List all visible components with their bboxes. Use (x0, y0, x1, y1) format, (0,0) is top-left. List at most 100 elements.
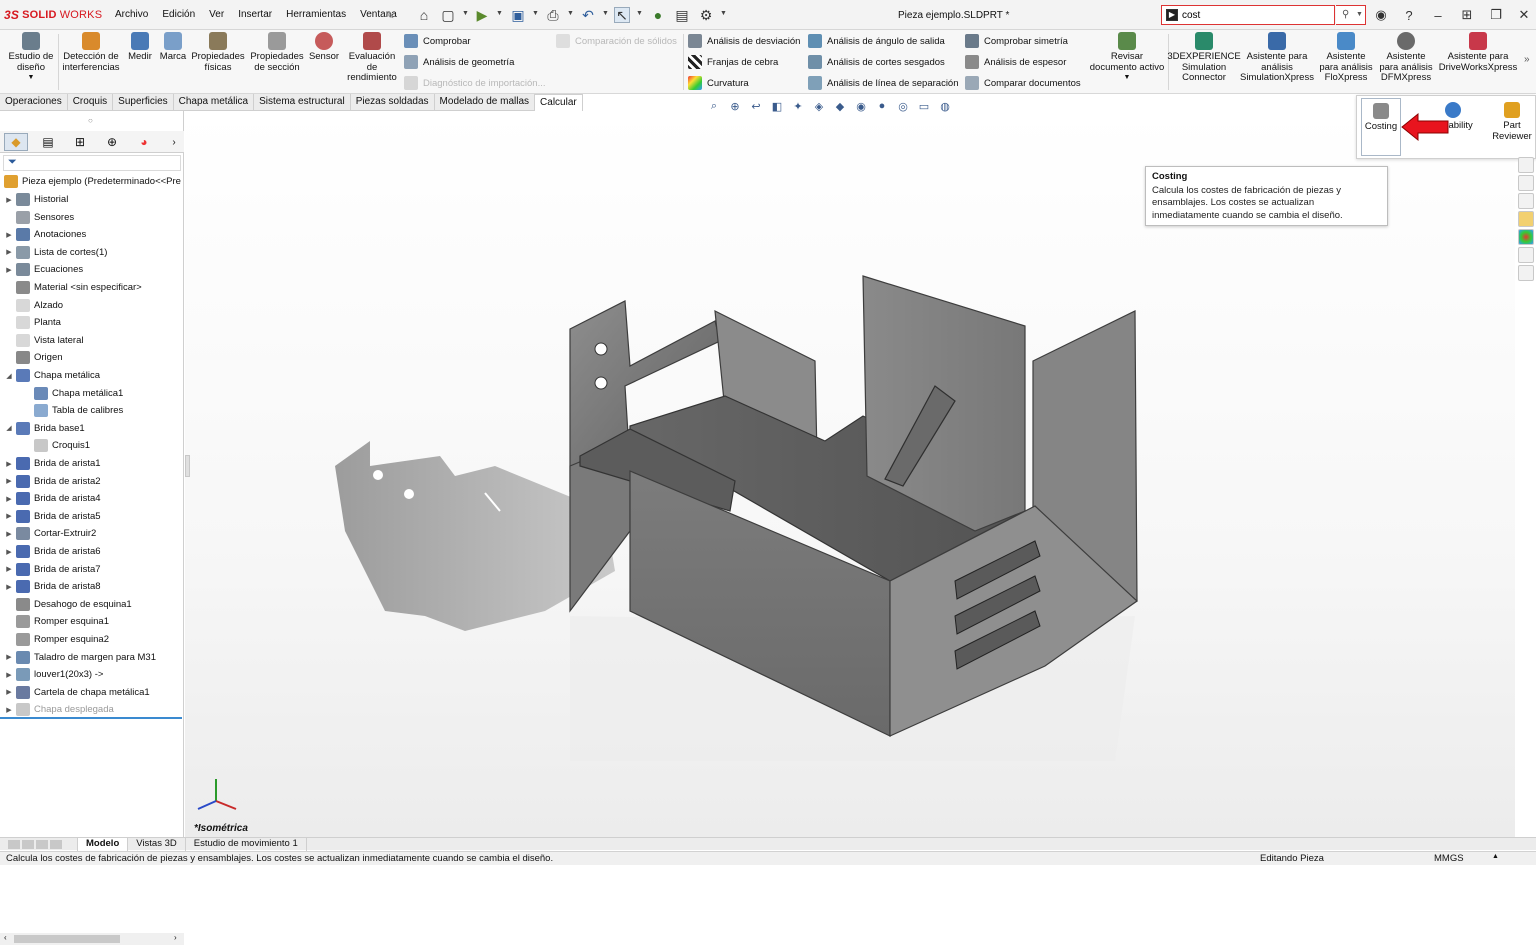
expand-arrow-icon[interactable]: ▶ (4, 583, 14, 591)
tree-item[interactable]: ▶ Cartela de chapa metálica1 (4, 684, 150, 701)
close-button[interactable]: ✕ (1514, 6, 1534, 24)
tree-item[interactable]: ▶ Brida de arista2 (4, 473, 101, 490)
part-reviewer-button[interactable]: Part Reviewer (1489, 102, 1535, 142)
tree-item[interactable]: Vista lateral (4, 332, 83, 349)
tree-item[interactable]: ▶ Brida de arista4 (4, 490, 101, 507)
panel-more-icon[interactable]: › (162, 133, 186, 151)
tab-vistas-3d[interactable]: Vistas 3D (128, 838, 186, 851)
thickness-analysis-button[interactable]: Análisis de espesor (965, 55, 1066, 69)
search-button[interactable]: ⚲ ▼ (1336, 5, 1366, 25)
expand-arrow-icon[interactable]: ▶ (4, 512, 14, 520)
measure-button[interactable]: Medir (124, 32, 156, 63)
tree-item[interactable]: ◢ Chapa metálica (4, 367, 100, 384)
panel-grip-icon[interactable]: ○ (88, 116, 93, 125)
compare-bodies-button[interactable]: Comparación de sólidos (556, 34, 677, 48)
expand-arrow-icon[interactable]: ▶ (4, 231, 14, 239)
performance-evaluation-button[interactable]: Evaluación de rendimiento (344, 32, 400, 84)
expand-arrow-icon[interactable]: ▶ (4, 266, 14, 274)
search-input[interactable] (1182, 8, 1302, 22)
select-caret-icon[interactable]: ▼ (636, 10, 643, 17)
tree-filter[interactable]: ⏷ (3, 155, 181, 171)
tree-item[interactable]: Tabla de calibres (22, 402, 123, 419)
previous-view-icon[interactable]: ↩ (748, 98, 764, 114)
search-box[interactable]: ▶ (1161, 5, 1335, 25)
tab-scroll-prev[interactable] (22, 840, 34, 849)
realview-icon[interactable]: ◍ (937, 98, 953, 114)
tab-estudio-movimiento[interactable]: Estudio de movimiento 1 (186, 838, 307, 851)
tab-modelo[interactable]: Modelo (78, 838, 129, 851)
view-orientation-icon[interactable]: ◈ (811, 98, 827, 114)
tree-item[interactable]: ◢ Brida base1 (4, 420, 85, 437)
solidworks-resources-icon[interactable] (1518, 157, 1534, 173)
dynamic-annotation-icon[interactable]: ✦ (790, 98, 806, 114)
view-settings-icon[interactable]: ▭ (916, 98, 932, 114)
open-icon[interactable]: ▶ (474, 7, 490, 23)
tree-item[interactable]: ▶ Brida de arista8 (4, 578, 101, 595)
save-caret-icon[interactable]: ▼ (532, 10, 539, 17)
tab-sistema-estructural[interactable]: Sistema estructural (254, 94, 351, 111)
symmetry-check-button[interactable]: Comprobar simetría (965, 34, 1068, 48)
menu-insertar[interactable]: Insertar (231, 9, 279, 20)
mass-properties-button[interactable]: Propiedades físicas (191, 32, 245, 73)
print-caret-icon[interactable]: ▼ (567, 10, 574, 17)
simulationxpress-button[interactable]: Asistente para análisis SimulationXpress (1240, 32, 1314, 84)
driveworksxpress-button[interactable]: Asistente para DriveWorksXpress (1438, 32, 1518, 73)
configurationmanager-tab-icon[interactable]: ⊞ (68, 133, 92, 151)
tab-operaciones[interactable]: Operaciones (0, 94, 68, 111)
help-icon[interactable]: ? (1399, 6, 1419, 24)
options-caret-icon[interactable]: ▼ (720, 10, 727, 17)
edit-appearance-icon[interactable]: ● (874, 98, 890, 114)
featuremanager-tab-icon[interactable]: ◆ (4, 133, 28, 151)
tile-windows-button[interactable]: ⊞ (1457, 6, 1477, 24)
menu-herramientas[interactable]: Herramientas (279, 9, 353, 20)
appearances-icon[interactable] (1518, 229, 1534, 245)
import-diagnostics-button[interactable]: Diagnóstico de importación... (404, 76, 546, 90)
select-icon[interactable]: ↖ (614, 7, 630, 23)
apply-scene-icon[interactable]: ◎ (895, 98, 911, 114)
check-button[interactable]: Comprobar (404, 34, 471, 48)
horizontal-scrollbar[interactable]: ‹ › (0, 933, 184, 945)
sensor-button[interactable]: Sensor (308, 32, 340, 63)
tree-item[interactable]: ▶ Lista de cortes(1) (4, 244, 107, 261)
draft-analysis-button[interactable]: Análisis de ángulo de salida (808, 34, 945, 48)
tree-root[interactable]: Pieza ejemplo (Predeterminado<<Pre (2, 173, 181, 190)
hide-show-icon[interactable]: ◉ (853, 98, 869, 114)
curvature-button[interactable]: Curvatura (688, 76, 749, 90)
tree-item[interactable]: ▶ Chapa desplegada (4, 701, 114, 718)
interference-detection-button[interactable]: Detección de interferencias (62, 32, 120, 73)
view-palette-icon[interactable] (1518, 211, 1534, 227)
propertymanager-tab-icon[interactable]: ▤ (36, 133, 60, 151)
print-icon[interactable]: ⎙ (545, 7, 561, 23)
tree-item[interactable]: Planta (4, 314, 61, 331)
undo-caret-icon[interactable]: ▼ (602, 10, 609, 17)
undercut-analysis-button[interactable]: Análisis de cortes sesgados (808, 55, 945, 69)
tree-item[interactable]: Croquis1 (22, 437, 90, 454)
displaymanager-tab-icon[interactable]: ◕ (132, 133, 156, 151)
file-explorer-icon[interactable] (1518, 193, 1534, 209)
user-account-icon[interactable]: ◉ (1371, 6, 1391, 24)
expanded-arrow-icon[interactable]: ◢ (4, 424, 14, 432)
parting-line-analysis-button[interactable]: Análisis de línea de separación (808, 76, 959, 90)
tree-item[interactable]: ▶ Brida de arista6 (4, 543, 101, 560)
menu-archivo[interactable]: Archivo (108, 9, 155, 20)
zoom-area-icon[interactable]: ⊕ (727, 98, 743, 114)
scroll-right-icon[interactable]: › (174, 933, 177, 942)
scroll-thumb[interactable] (14, 935, 120, 943)
tab-calcular[interactable]: Calcular (535, 94, 583, 111)
tree-item[interactable]: ▶ Historial (4, 191, 68, 208)
expand-arrow-icon[interactable]: ▶ (4, 671, 14, 679)
tree-item[interactable]: ▶ Brida de arista5 (4, 508, 101, 525)
tree-item[interactable]: Origen (4, 349, 63, 366)
check-active-document-button[interactable]: Revisar documento activo ▼ (1088, 32, 1166, 84)
panel-splitter[interactable] (185, 455, 190, 477)
tab-piezas-soldadas[interactable]: Piezas soldadas (351, 94, 435, 111)
design-study-button[interactable]: Estudio de diseño ▼ (6, 32, 56, 84)
expand-arrow-icon[interactable]: ▶ (4, 548, 14, 556)
zoom-to-fit-icon[interactable]: ⌕ (706, 98, 722, 114)
expand-arrow-icon[interactable]: ▶ (4, 688, 14, 696)
tab-scroll-last[interactable] (50, 840, 62, 849)
markup-button[interactable]: Marca (157, 32, 189, 63)
tab-modelado-mallas[interactable]: Modelado de mallas (435, 94, 536, 111)
new-document-icon[interactable]: ▢ (440, 7, 456, 23)
solidworks-logo[interactable]: 3S SOLID WORKS (4, 7, 102, 23)
